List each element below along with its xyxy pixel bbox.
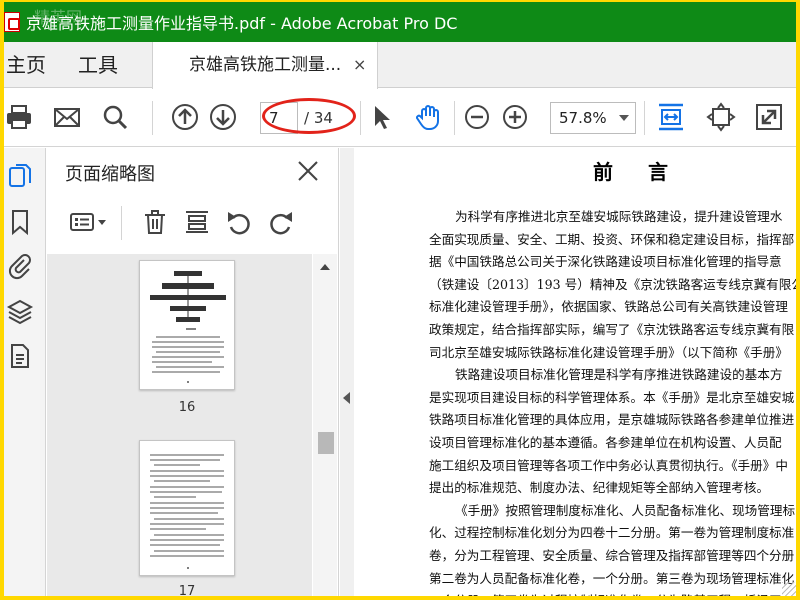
scroll-up-arrow-icon[interactable] <box>320 264 330 270</box>
page-thumbnails-panel: 页面缩略图 16 17 <box>47 148 339 596</box>
toolbar-divider <box>644 101 645 135</box>
tab-bar: 主页 工具 京雄高铁施工测量... × <box>4 42 796 89</box>
document-text-line: （铁建设〔2013〕193 号）精神及《京沈铁路客运专线京冀有限公 <box>429 276 796 292</box>
document-text-line: 第二卷为人员配备标准化卷，一个分册。第三卷为现场管理标准化 <box>429 570 795 586</box>
rotate-counterclockwise-icon[interactable] <box>225 208 253 236</box>
page-thumbnail[interactable] <box>139 440 235 576</box>
document-text-line: 为科学有序推进北京至雄安城际铁路建设，提升建设管理水 <box>455 209 783 224</box>
document-text-line: 铁路建设项目标准化管理是科学有序推进铁路建设的基本方 <box>455 367 783 383</box>
attachment-icon[interactable] <box>6 252 34 280</box>
document-text-line: 是实现项目建设目标的科学管理体系。本《手册》是北京至雄安城 <box>429 389 795 405</box>
document-text-line: 全面实现质量、安全、工期、投资、环保和稳定建设目标，指挥部 <box>429 231 795 247</box>
document-text-line: 《手册》按照管理制度标准化、人员配备标准化、现场管理标 <box>455 502 796 518</box>
extract-page-icon[interactable] <box>183 208 211 236</box>
tab-tools[interactable]: 工具 <box>78 42 118 88</box>
content-page-icon[interactable] <box>6 342 34 370</box>
layers-icon[interactable] <box>6 298 34 326</box>
toolbar-divider <box>454 101 455 135</box>
close-panel-icon[interactable] <box>295 158 321 184</box>
zoom-level-value: 57.8% <box>559 109 607 127</box>
document-text-line: 一个分册。第四卷为过程控制标准化卷，分为路基工程、桥涵工 <box>429 590 782 596</box>
email-icon[interactable] <box>52 102 82 132</box>
document-text-line: 化、过程控制标准化划分为四卷十二分册。第一卷为管理制度标准 <box>429 525 795 541</box>
previous-page-icon[interactable] <box>170 102 200 132</box>
panel-toolbar-divider <box>121 206 122 240</box>
print-icon[interactable] <box>4 102 34 132</box>
document-text-line: 司北京至雄安城际铁路标准化建设管理手册》（以下简称《手册》 <box>429 344 788 360</box>
watermark-text: 精英网 <box>34 8 83 27</box>
title-bar: 京雄高铁施工测量作业指导书.pdf - Adobe Acrobat Pro DC… <box>4 2 796 42</box>
resize-grip[interactable] <box>782 582 796 596</box>
document-text-line: 卷，分为工程管理、安全质量、综合管理及指挥部管理等四个分册 <box>429 548 795 563</box>
thumbnail-page-label: 16 <box>178 400 196 415</box>
tab-document[interactable]: 京雄高铁施工测量... × <box>152 42 378 89</box>
rotate-clockwise-icon[interactable] <box>267 208 295 236</box>
document-heading: 前 言 <box>593 160 682 184</box>
scroll-mode-icon[interactable] <box>706 102 736 132</box>
tab-document-label: 京雄高铁施工测量... <box>189 55 342 75</box>
fit-page-icon[interactable] <box>656 102 686 132</box>
document-text-line: 据《中国铁路总公司关于深化铁路建设项目标准化管理的指导意 <box>429 254 782 270</box>
page-number-highlight-oval <box>262 98 356 134</box>
thumbnail-page-label: 17 <box>178 584 196 596</box>
page-thumbnails-icon[interactable] <box>6 162 34 190</box>
document-text-line: 标准化建设管理手册》，依据国家、铁路总公司有关高铁建设管理 <box>429 299 788 315</box>
document-text-line: 提出的标准规范、制度办法、纪律规矩等全部纳入管理考核。 <box>429 480 770 496</box>
zoom-out-icon[interactable] <box>462 102 492 132</box>
zoom-in-icon[interactable] <box>500 102 530 132</box>
tab-home[interactable]: 主页 <box>6 42 46 88</box>
left-navigation-rail <box>4 148 46 596</box>
full-screen-icon[interactable] <box>754 102 784 132</box>
acrobat-app-icon <box>4 12 20 32</box>
zoom-level-dropdown[interactable]: 57.8% <box>550 102 636 134</box>
thumbnail-list[interactable]: 16 17 <box>47 254 312 596</box>
chevron-down-icon <box>619 115 629 121</box>
panel-splitter[interactable] <box>340 148 354 596</box>
thumbnail-scrollbar[interactable] <box>313 254 337 596</box>
document-text-line: 铁路项目标准化管理的具体应用，是京雄城际铁路各参建单位推进 <box>429 412 795 428</box>
document-text-line: 施工组织及项目管理等各项工作中务必认真贯彻执行。《手册》中 <box>429 457 788 473</box>
window-title: 京雄高铁施工测量作业指导书.pdf - Adobe Acrobat Pro DC <box>26 14 458 33</box>
search-icon[interactable] <box>100 102 130 132</box>
thumbnail-options-menu-icon[interactable] <box>69 208 109 236</box>
collapse-panel-arrow-icon[interactable] <box>343 392 350 404</box>
main-toolbar: / 34 57.8% <box>4 89 796 147</box>
delete-page-icon[interactable] <box>141 208 169 236</box>
panel-title: 页面缩略图 <box>65 164 155 185</box>
select-cursor-icon[interactable] <box>366 102 396 132</box>
hand-tool-icon[interactable] <box>414 102 444 132</box>
toolbar-divider <box>360 101 361 135</box>
toolbar-divider <box>152 101 153 135</box>
bookmark-icon[interactable] <box>6 208 34 236</box>
document-text-line: 政策规定，结合指挥部实际，编写了《京沈铁路客运专线京冀有限 <box>429 322 795 337</box>
scrollbar-thumb[interactable] <box>318 432 334 454</box>
page-thumbnail[interactable] <box>139 260 235 390</box>
close-tab-button[interactable]: × <box>353 42 366 88</box>
document-text-line: 设项目管理标准化的基本遵循。各参建单位在机构设置、人员配 <box>429 435 782 450</box>
next-page-icon[interactable] <box>208 102 238 132</box>
acrobat-window: 京雄高铁施工测量作业指导书.pdf - Adobe Acrobat Pro DC… <box>4 2 796 596</box>
document-view[interactable]: 前 言 为科学有序推进北京至雄安城际铁路建设，提升建设管理水全面实现质量、安全、… <box>355 148 796 596</box>
